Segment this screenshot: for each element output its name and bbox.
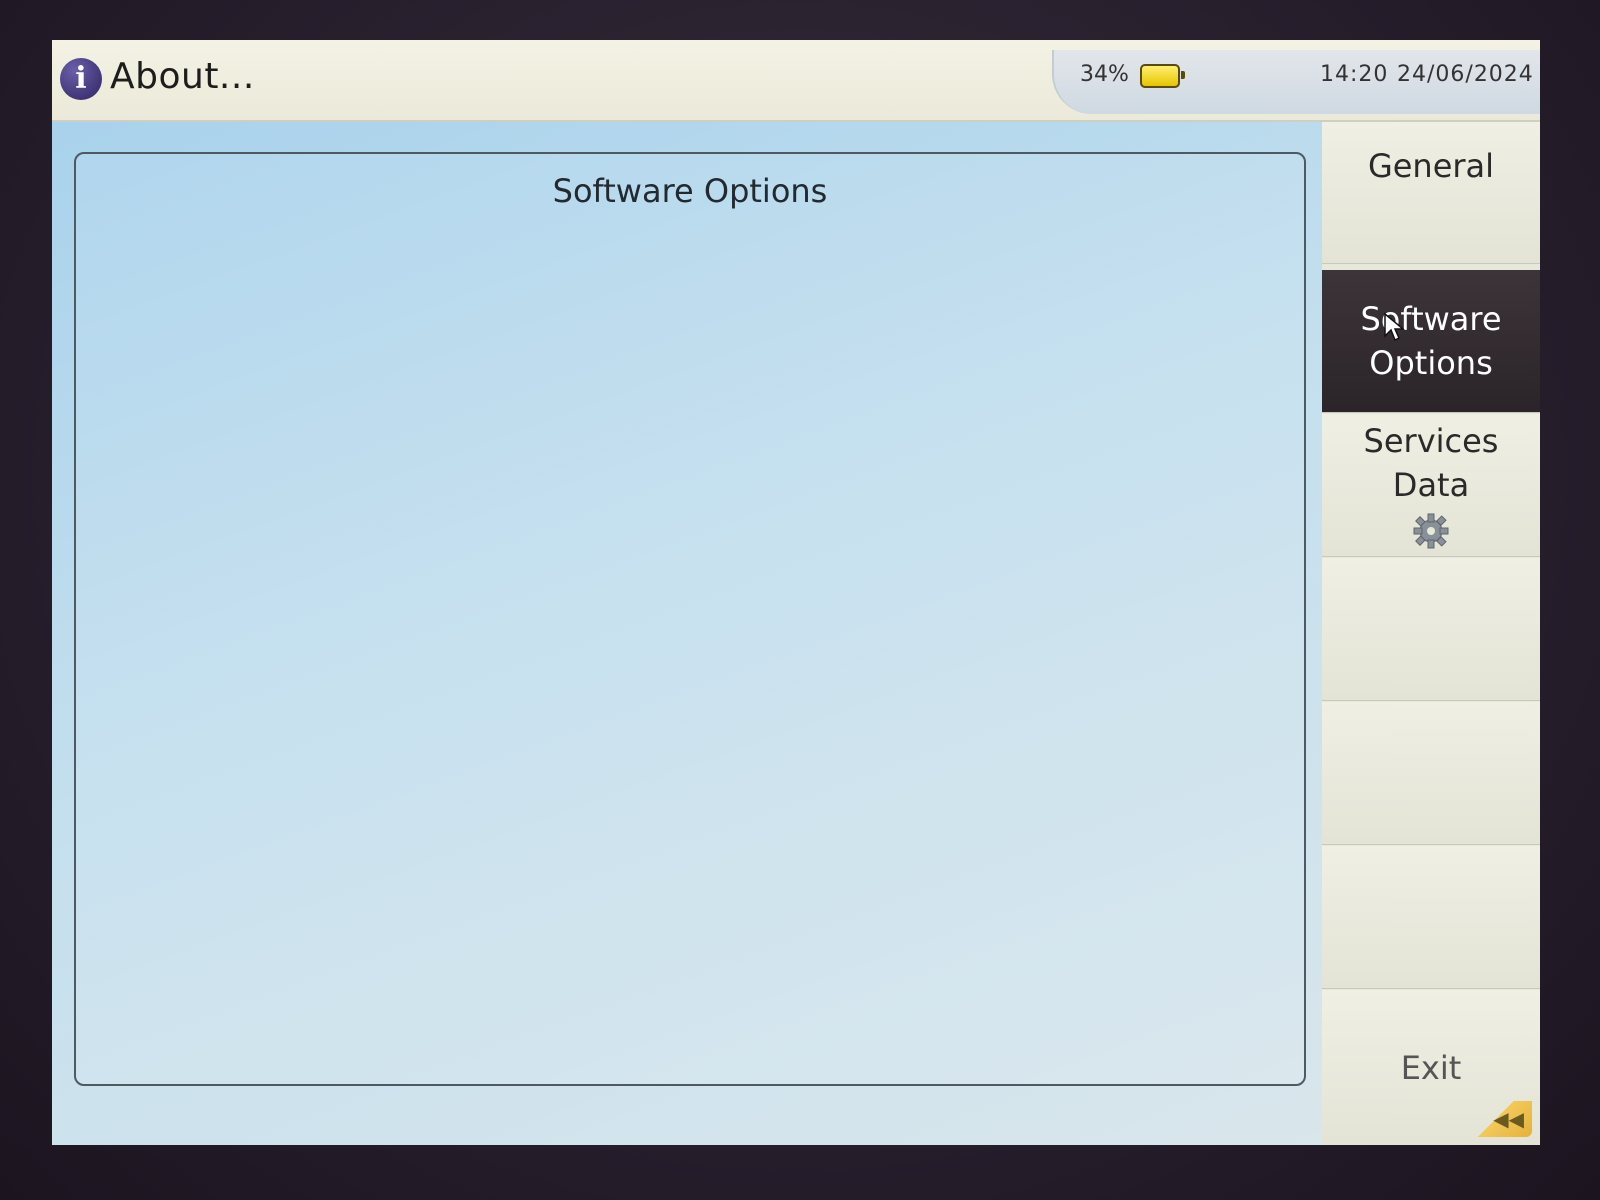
gear-icon: [1413, 513, 1449, 549]
menu-button-empty-3[interactable]: [1322, 846, 1540, 989]
side-menu: General Software Options Services Data E…: [1322, 122, 1540, 1145]
info-icon: i: [60, 58, 102, 100]
main-content: Software Options: [52, 122, 1322, 1145]
rewind-icon[interactable]: ◀◀: [1478, 1101, 1532, 1137]
screen: i About... 34% 14:20 24/06/2024 Software…: [52, 40, 1540, 1145]
menu-button-empty-2[interactable]: [1322, 702, 1540, 845]
menu-label: Data: [1392, 466, 1470, 504]
menu-button-general[interactable]: General: [1322, 122, 1540, 264]
clock-date: 24/06/2024: [1397, 62, 1534, 87]
menu-label: Software: [1360, 300, 1502, 338]
title-bar: i About...: [52, 40, 1540, 122]
menu-label: Services: [1363, 422, 1499, 460]
menu-label: General: [1367, 147, 1495, 185]
menu-button-software-options[interactable]: Software Options: [1322, 270, 1540, 413]
page-title: About...: [110, 56, 255, 97]
battery-percentage: 34%: [1080, 62, 1129, 87]
mouse-cursor-icon: [1384, 312, 1405, 342]
rewind-glyph: ◀◀: [1493, 1107, 1524, 1131]
menu-button-empty-1[interactable]: [1322, 558, 1540, 701]
software-options-panel: Software Options: [74, 152, 1306, 1086]
menu-label: Options: [1369, 344, 1493, 382]
battery-icon: [1140, 64, 1185, 88]
clock-time: 14:20: [1320, 62, 1389, 87]
panel-title: Software Options: [552, 172, 828, 210]
menu-button-services-data[interactable]: Services Data: [1322, 414, 1540, 557]
menu-label: Exit: [1400, 1048, 1462, 1087]
